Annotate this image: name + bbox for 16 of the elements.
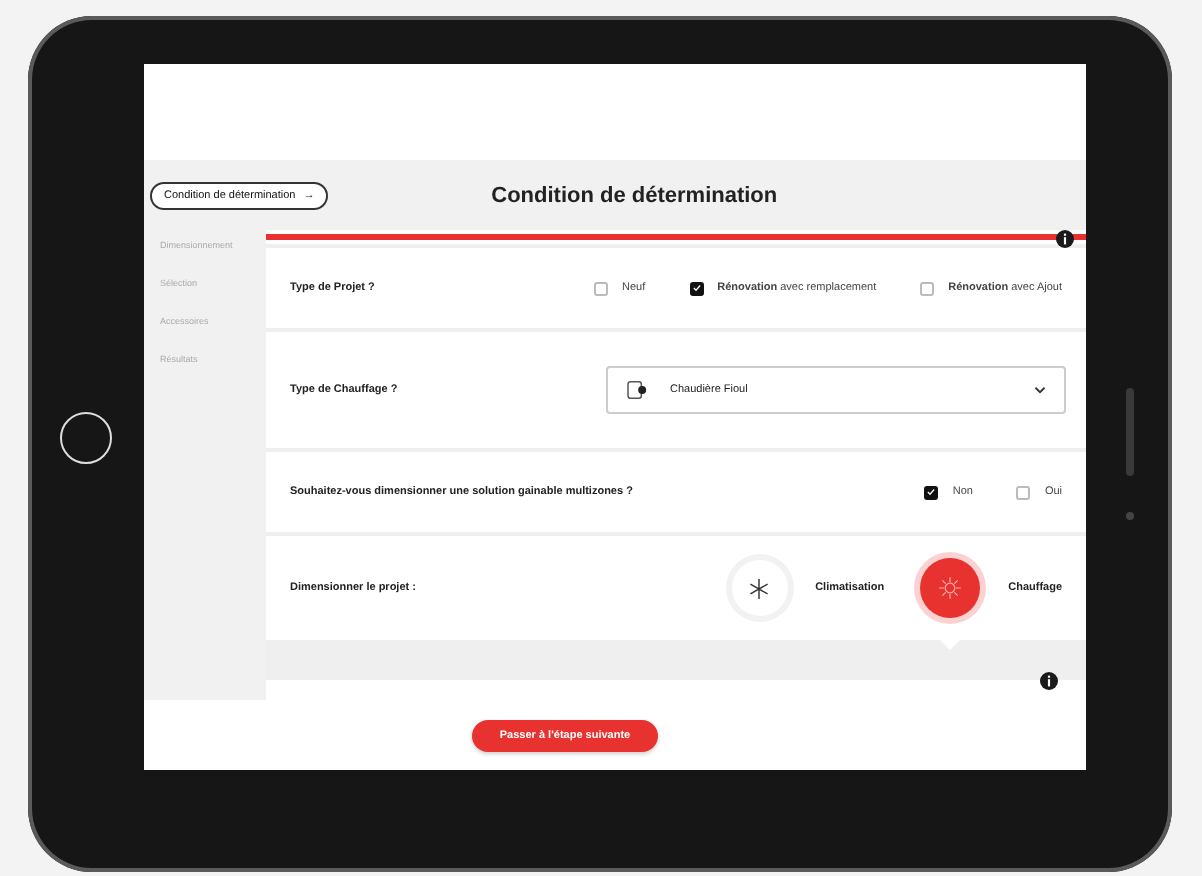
- sun-icon: [938, 576, 963, 600]
- chevron-down-icon: [1034, 386, 1046, 394]
- checkbox[interactable]: [920, 281, 935, 295]
- snowflake-option[interactable]: [731, 560, 788, 616]
- checkbox[interactable]: [1016, 485, 1031, 499]
- snowflake-icon: [748, 577, 771, 599]
- camera-icon: [1125, 512, 1133, 520]
- info-icon[interactable]: [1040, 672, 1058, 690]
- boiler-icon: [626, 380, 650, 400]
- checkbox[interactable]: [594, 281, 609, 295]
- checkbox[interactable]: [689, 281, 704, 295]
- home-button[interactable]: [60, 412, 112, 464]
- info-icon[interactable]: [1056, 230, 1074, 248]
- checkbox[interactable]: [924, 485, 939, 499]
- sun-option[interactable]: [920, 558, 981, 618]
- page-title: Condition de détermination: [489, 183, 780, 207]
